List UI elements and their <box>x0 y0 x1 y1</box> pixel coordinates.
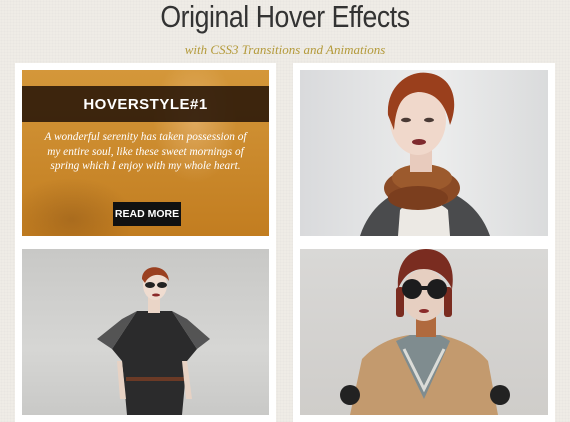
gallery-tile-1[interactable]: HOVERSTYLE#1 A wonderful serenity has ta… <box>15 63 276 243</box>
gallery-tile-2[interactable] <box>293 63 555 243</box>
gallery-tile-3[interactable] <box>15 242 276 422</box>
tile-4-image <box>300 249 548 415</box>
tile-1-description: A wonderful serenity has taken possessio… <box>44 131 247 172</box>
page-title: Original Hover Effects <box>160 0 410 34</box>
read-more-button[interactable]: READ MORE <box>113 202 181 226</box>
tile-1-heading-bar: HOVERSTYLE#1 <box>22 86 269 122</box>
tile-1-image: HOVERSTYLE#1 A wonderful serenity has ta… <box>22 70 269 236</box>
gallery-tile-4[interactable] <box>293 242 555 422</box>
tile-3-image <box>22 249 269 415</box>
tile-3-photo <box>97 267 210 415</box>
tile-4-photo <box>340 249 510 415</box>
page-subtitle: with CSS3 Transitions and Animations <box>184 42 386 57</box>
tile-2-photo <box>360 72 490 236</box>
tile-2-image <box>300 70 548 236</box>
tile-1-heading: HOVERSTYLE#1 <box>83 95 208 113</box>
